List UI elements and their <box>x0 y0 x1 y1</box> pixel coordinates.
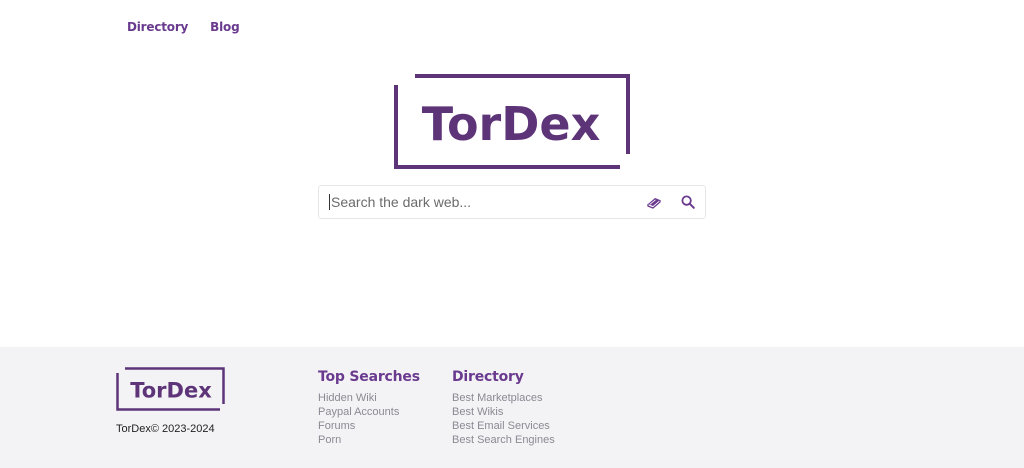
top-searches-section: Top Searches Hidden Wiki Paypal Accounts… <box>318 369 420 447</box>
top-search-link-paypal-accounts[interactable]: Paypal Accounts <box>318 405 420 419</box>
nav-blog-link[interactable]: Blog <box>210 20 239 34</box>
directory-section: Directory Best Marketplaces Best Wikis B… <box>452 369 555 447</box>
copyright-text: TorDex© 2023-2024 <box>116 423 215 435</box>
top-search-link-hidden-wiki[interactable]: Hidden Wiki <box>318 391 420 405</box>
top-searches-heading: Top Searches <box>318 369 420 385</box>
book-icon[interactable] <box>637 186 671 218</box>
top-search-link-porn[interactable]: Porn <box>318 433 420 447</box>
page: Directory Blog TorDex Search the dark we… <box>0 0 1024 468</box>
tordex-logo: TorDex <box>394 74 630 169</box>
directory-link-best-email-services[interactable]: Best Email Services <box>452 419 555 433</box>
directory-link-best-wikis[interactable]: Best Wikis <box>452 405 555 419</box>
nav-directory-link[interactable]: Directory <box>127 20 188 34</box>
search-input[interactable] <box>330 187 637 217</box>
footer-logo-text: TorDex <box>130 379 212 403</box>
directory-link-best-marketplaces[interactable]: Best Marketplaces <box>452 391 555 405</box>
footer-tordex-logo: TorDex <box>116 367 225 411</box>
logo-text: TorDex <box>422 97 601 151</box>
footer: TorDex TorDex© 2023-2024 Top Searches Hi… <box>0 347 1024 468</box>
directory-heading: Directory <box>452 369 524 385</box>
directory-link-best-search-engines[interactable]: Best Search Engines <box>452 433 555 447</box>
search-box <box>318 185 706 219</box>
search-icon[interactable] <box>671 186 705 218</box>
top-search-link-forums[interactable]: Forums <box>318 419 420 433</box>
top-nav: Directory Blog <box>127 20 240 34</box>
